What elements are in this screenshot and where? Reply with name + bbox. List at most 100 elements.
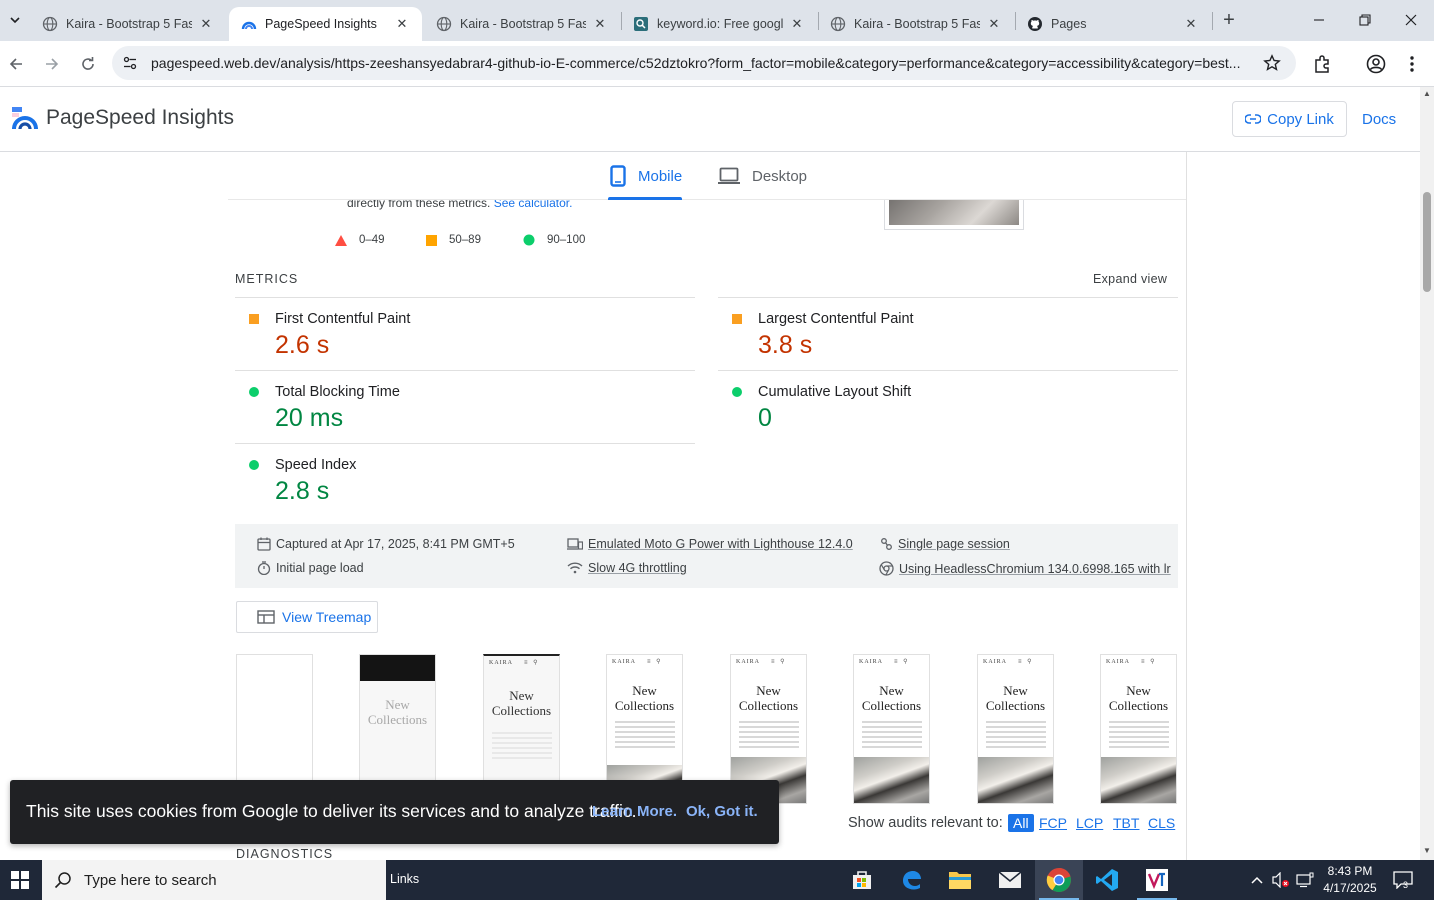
metrics-header: METRICS — [235, 272, 299, 286]
scroll-down-icon[interactable]: ▼ — [1423, 847, 1431, 855]
file-explorer-icon[interactable] — [936, 860, 984, 900]
arrow-right-icon — [46, 58, 59, 70]
metric-name: Largest Contentful Paint — [758, 311, 914, 327]
url-text: pagespeed.web.dev/analysis/https-zeeshan… — [151, 55, 1241, 71]
restore-button[interactable] — [1342, 4, 1388, 36]
tab-desktop-label: Desktop — [752, 167, 808, 185]
copy-link-label: Copy Link — [1267, 110, 1334, 128]
initial-load: Initial page load — [257, 561, 364, 575]
links-toolbar[interactable]: Links — [390, 872, 419, 886]
browser-version[interactable]: Using HeadlessChromium 134.0.6998.165 wi… — [879, 561, 1171, 576]
filter-tbt[interactable]: TBT — [1113, 815, 1139, 831]
chrome-taskbar-icon[interactable] — [1035, 860, 1083, 900]
show-audits-label: Show audits relevant to: — [848, 815, 1003, 831]
menu-kebab-icon[interactable] — [1400, 52, 1424, 76]
tab-title: Kaira - Bootstrap 5 Fash — [460, 17, 586, 31]
close-icon[interactable]: ✕ — [789, 16, 805, 32]
view-treemap-label: View Treemap — [282, 609, 372, 625]
emulated-device-text: Emulated Moto G Power with Lighthouse 12… — [588, 537, 853, 551]
copy-link-button[interactable]: Copy Link — [1232, 101, 1347, 137]
close-icon[interactable]: ✕ — [1183, 16, 1199, 32]
tab-search-button[interactable] — [4, 9, 26, 31]
throttling-text: Slow 4G throttling — [588, 561, 687, 575]
minimize-button[interactable] — [1296, 4, 1342, 36]
emulated-device[interactable]: Emulated Moto G Power with Lighthouse 12… — [567, 537, 853, 551]
good-circle-icon — [249, 460, 259, 470]
square-orange-icon — [426, 234, 437, 246]
metric-value: 2.8 s — [275, 477, 330, 505]
address-bar[interactable]: pagespeed.web.dev/analysis/https-zeeshan… — [112, 46, 1296, 80]
tab-kaira-1[interactable]: Kaira - Bootstrap 5 Fash ✕ — [30, 7, 226, 41]
metric-name: Cumulative Layout Shift — [758, 384, 912, 400]
docs-link[interactable]: Docs — [1362, 111, 1396, 128]
tab-desktop[interactable]: Desktop — [718, 152, 807, 200]
run-info-box — [235, 524, 1178, 588]
ok-got-it-button[interactable]: Ok, Got it. — [686, 803, 758, 820]
close-window-button[interactable] — [1388, 4, 1434, 36]
frame-brand: KAIRA — [1106, 659, 1130, 665]
frame-heading: New Collections — [985, 683, 1046, 713]
captured-at: Captured at Apr 17, 2025, 8:41 PM GMT+5 — [257, 537, 515, 551]
close-icon[interactable]: ✕ — [198, 16, 214, 32]
frame-brand: KAIRA — [859, 659, 883, 665]
link-icon — [1245, 114, 1262, 124]
scroll-thumb[interactable] — [1423, 192, 1431, 292]
filter-cls[interactable]: CLS — [1148, 815, 1175, 831]
session-icon — [881, 538, 892, 550]
metric-tbt: Total Blocking Time 20 ms — [235, 371, 675, 444]
learn-more-link[interactable]: Learn More. — [592, 803, 677, 820]
page-scrollbar[interactable]: ▲ ▼ — [1420, 87, 1434, 860]
forward-button[interactable] — [38, 50, 66, 78]
close-icon[interactable]: ✕ — [394, 16, 410, 32]
taskbar-search[interactable]: Type here to search — [42, 860, 386, 900]
view-treemap-button[interactable]: View Treemap — [236, 601, 378, 633]
session[interactable]: Single page session — [879, 537, 1010, 551]
filter-all[interactable]: All — [1008, 814, 1034, 832]
filter-lcp[interactable]: LCP — [1076, 815, 1103, 831]
close-icon[interactable]: ✕ — [986, 16, 1002, 32]
legend-good-label: 90–100 — [547, 234, 586, 246]
reload-button[interactable] — [74, 50, 102, 78]
filter-fcp[interactable]: FCP — [1039, 815, 1067, 831]
edge-icon[interactable] — [888, 860, 936, 900]
calendar-icon — [257, 537, 271, 551]
vscode-icon[interactable] — [1083, 860, 1131, 900]
tab-kaira-2[interactable]: Kaira - Bootstrap 5 Fash ✕ — [424, 7, 620, 41]
tab-pagespeed[interactable]: PageSpeed Insights ✕ — [229, 7, 422, 41]
metric-cls: Cumulative Layout Shift 0 — [718, 371, 1158, 444]
tab-separator — [1212, 12, 1213, 30]
extensions-icon[interactable] — [1311, 52, 1335, 76]
tab-kaira-3[interactable]: Kaira - Bootstrap 5 Fash ✕ — [818, 7, 1014, 41]
frame-brand: KAIRA — [736, 659, 760, 665]
new-tab-button[interactable]: + — [1218, 9, 1240, 31]
volume-muted-icon[interactable] — [1272, 871, 1290, 889]
chevron-down-icon — [10, 17, 20, 24]
chevron-up-icon[interactable] — [1248, 871, 1266, 889]
tab-title: keyword.io: Free google — [657, 17, 783, 31]
tab-keyword-io[interactable]: keyword.io: Free google ✕ — [621, 7, 817, 41]
close-icon[interactable]: ✕ — [592, 16, 608, 32]
globe-icon — [42, 16, 58, 32]
tab-mobile[interactable]: Mobile — [610, 152, 682, 200]
mail-icon[interactable] — [986, 860, 1034, 900]
scroll-up-icon[interactable]: ▲ — [1423, 90, 1431, 98]
tab-github-pages[interactable]: Pages ✕ — [1015, 7, 1211, 41]
network-icon[interactable] — [1296, 871, 1314, 889]
frame-nav-icons: ≡ ⚲ — [1141, 659, 1157, 665]
frame-nav-icons: ≡ ⚲ — [771, 659, 787, 665]
visual-studio-icon[interactable] — [1133, 860, 1181, 900]
metric-value: 20 ms — [275, 404, 344, 432]
site-info-icon[interactable] — [120, 53, 140, 73]
frame-photo — [854, 757, 929, 803]
store-icon[interactable] — [838, 860, 886, 900]
frame-nav-icons: ≡ ⚲ — [894, 659, 910, 665]
system-clock[interactable]: 8:43 PM 4/17/2025 — [1320, 863, 1380, 897]
expand-view-toggle[interactable]: Expand view — [1093, 272, 1167, 286]
throttling[interactable]: Slow 4G throttling — [567, 561, 687, 575]
profile-icon[interactable] — [1364, 52, 1388, 76]
bookmark-star-icon[interactable] — [1262, 53, 1282, 73]
start-button[interactable] — [0, 860, 40, 900]
back-button[interactable] — [2, 50, 30, 78]
keyword-icon — [633, 16, 649, 32]
browser-tab-bar: Kaira - Bootstrap 5 Fash ✕ PageSpeed Ins… — [0, 0, 1434, 41]
